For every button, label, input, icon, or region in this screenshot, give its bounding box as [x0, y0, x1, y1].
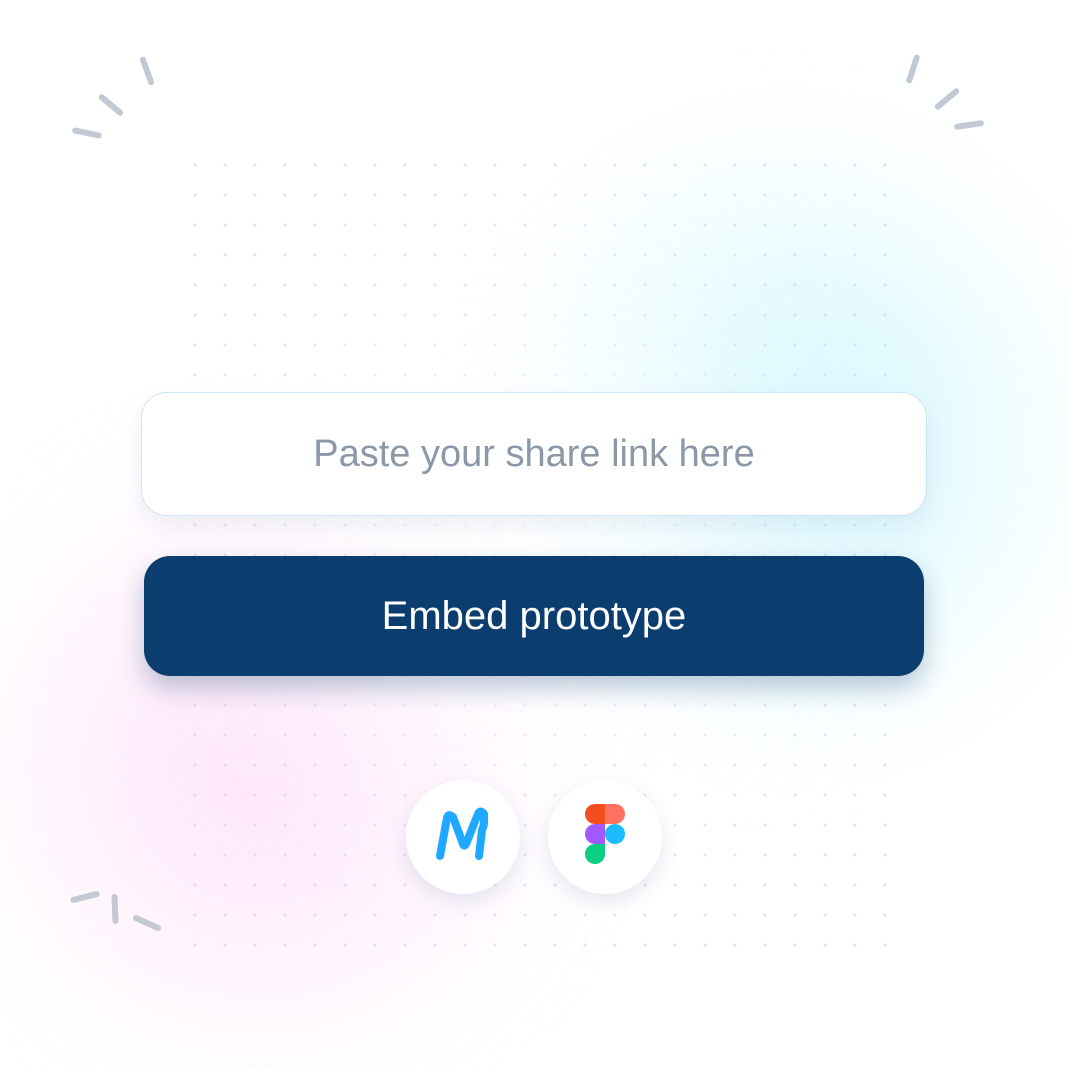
marvel-integration[interactable] — [406, 780, 520, 894]
embed-prototype-button[interactable]: Embed prototype — [144, 556, 924, 676]
sparkle-top-left — [72, 68, 192, 188]
figma-integration[interactable] — [548, 780, 662, 894]
marvel-icon — [434, 804, 492, 870]
figma-icon — [584, 804, 626, 870]
embed-form: Embed prototype — [144, 392, 924, 676]
integration-icons — [406, 780, 662, 894]
share-link-input[interactable] — [141, 392, 927, 516]
